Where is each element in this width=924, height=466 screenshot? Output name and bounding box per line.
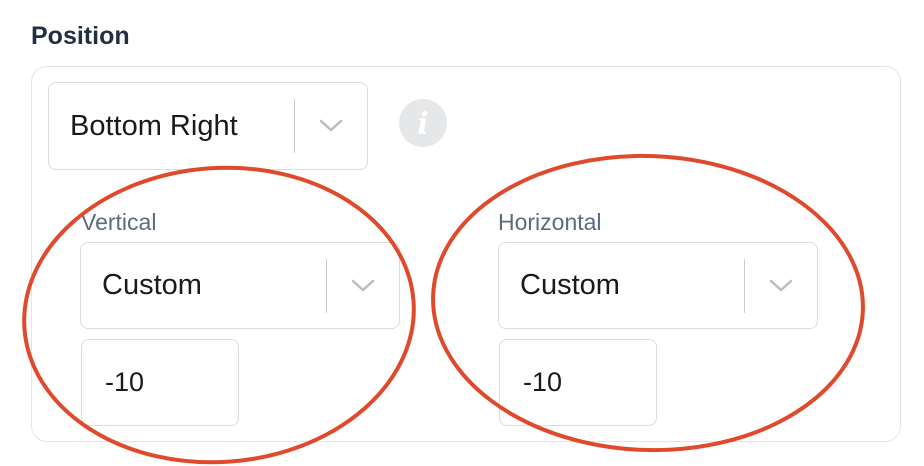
info-icon[interactable]: i: [399, 99, 447, 147]
position-select-value: Bottom Right: [70, 109, 238, 142]
horizontal-offset-input[interactable]: -10: [499, 339, 657, 426]
section-title: Position: [31, 22, 130, 50]
chevron-down-icon: [327, 243, 399, 328]
position-select[interactable]: Bottom Right: [48, 82, 368, 170]
chevron-down-icon: [745, 243, 817, 328]
svg-text:i: i: [417, 107, 428, 142]
horizontal-mode-select[interactable]: Custom: [498, 242, 818, 329]
vertical-offset-input[interactable]: -10: [81, 339, 239, 426]
vertical-mode-select[interactable]: Custom: [80, 242, 400, 329]
horizontal-label: Horizontal: [498, 209, 602, 235]
vertical-label: Vertical: [81, 209, 157, 235]
horizontal-mode-value: Custom: [520, 269, 620, 301]
vertical-mode-value: Custom: [102, 269, 202, 301]
chevron-down-icon: [295, 83, 367, 169]
